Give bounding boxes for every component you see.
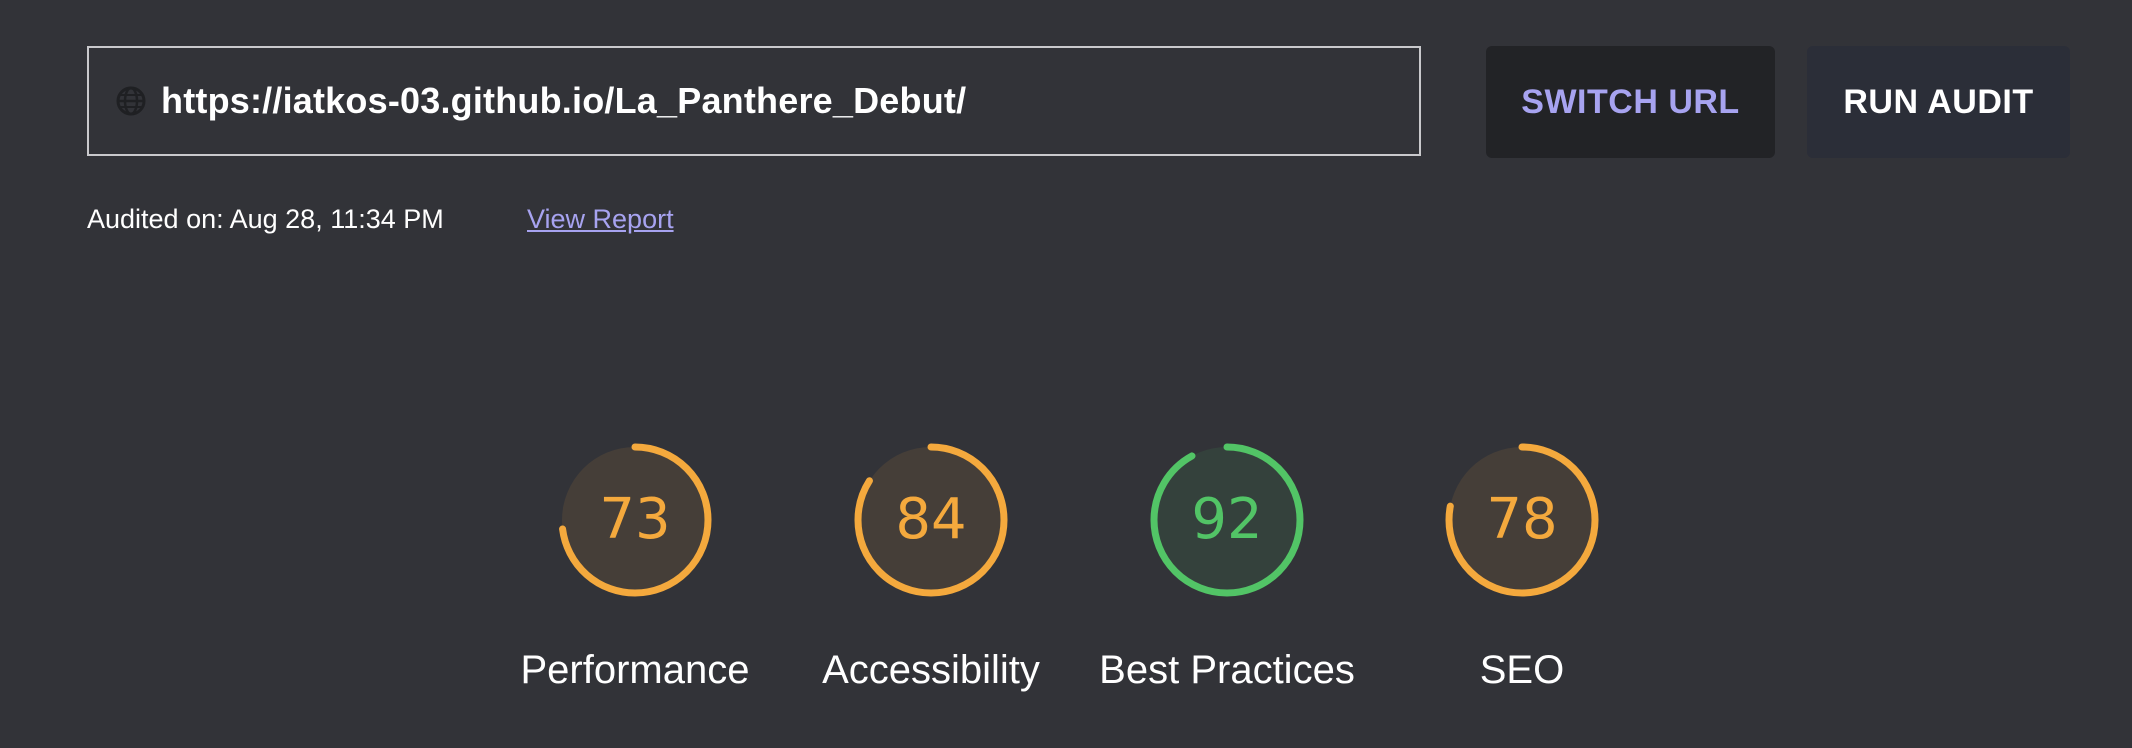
run-audit-button[interactable]: RUN AUDIT — [1807, 46, 2070, 158]
switch-url-button[interactable]: SWITCH URL — [1486, 46, 1775, 158]
globe-icon — [116, 86, 146, 116]
gauge-score: 92 — [1191, 487, 1263, 552]
gauge-performance[interactable]: 73 Performance — [495, 440, 775, 700]
gauge-label: SEO — [1479, 648, 1565, 692]
url-input[interactable]: https://iatkos-03.github.io/La_Panthere_… — [87, 46, 1421, 156]
url-value: https://iatkos-03.github.io/La_Panthere_… — [161, 80, 967, 121]
gauge-label: Accessibility — [822, 648, 1040, 692]
gauge-label: Performance — [520, 648, 750, 692]
gauge-label: Best Practices — [1099, 648, 1355, 692]
gauge-score: 78 — [1486, 487, 1558, 552]
gauge-accessibility[interactable]: 84 Accessibility — [791, 440, 1071, 700]
gauge-best-practices[interactable]: 92 Best Practices — [1087, 440, 1367, 700]
view-report-link[interactable]: View Report — [527, 204, 674, 235]
audited-on-text: Audited on: Aug 28, 11:34 PM — [87, 204, 444, 234]
gauge-score: 84 — [895, 487, 967, 552]
gauge-seo[interactable]: 78 SEO — [1382, 440, 1662, 700]
gauge-score: 73 — [599, 487, 671, 552]
